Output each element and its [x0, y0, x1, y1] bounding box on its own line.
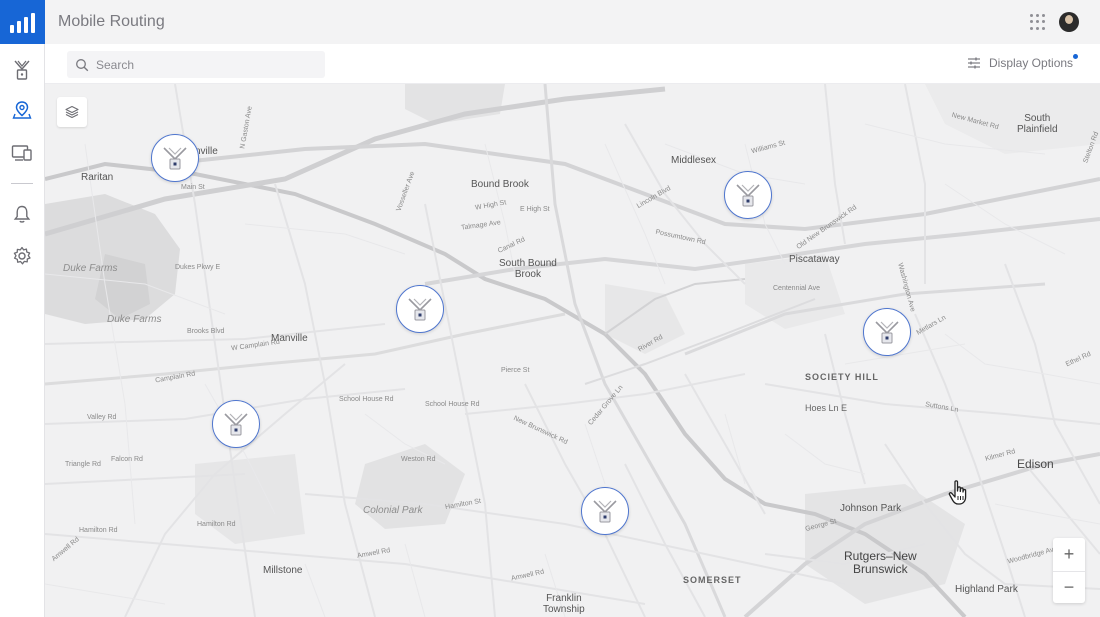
sidebar — [0, 0, 45, 617]
place-piscataway: Piscataway — [789, 254, 840, 265]
street-school-house-rd-2: School House Rd — [425, 401, 480, 408]
place-society-hill: SOCIETY HILL — [805, 372, 879, 382]
place-raritan: Raritan — [81, 172, 114, 183]
tower-marker[interactable] — [724, 171, 772, 219]
apps-grid-icon[interactable] — [1030, 14, 1046, 30]
street-triangle-rd: Triangle Rd — [65, 461, 101, 468]
place-johnson-park: Johnson Park — [840, 503, 902, 514]
street-weston-rd: Weston Rd — [401, 456, 436, 463]
place-edison: Edison — [1017, 457, 1054, 471]
map-pin-icon — [12, 101, 32, 119]
tower-marker[interactable] — [581, 487, 629, 535]
place-highland-park: Highland Park — [955, 584, 1018, 595]
street-hamilton-rd-2: Hamilton Rd — [197, 521, 236, 528]
cell-tower-icon — [224, 413, 248, 436]
cell-tower-icon — [593, 500, 617, 523]
street-hoes-ln: Hoes Ln E — [805, 403, 848, 413]
street-main-st: Main St — [181, 184, 205, 191]
sliders-icon — [968, 57, 980, 69]
street-pierce-st: Pierce St — [501, 367, 530, 374]
zoom-out-button[interactable]: − — [1053, 571, 1085, 603]
sidebar-item-map[interactable] — [8, 96, 36, 124]
cell-tower-icon — [408, 298, 432, 321]
place-middlesex: Middlesex — [671, 155, 717, 166]
street-hamilton-rd-1: Hamilton Rd — [79, 527, 118, 534]
street-dukes-pkwy: Dukes Pkwy E — [175, 264, 221, 271]
place-millstone: Millstone — [263, 565, 303, 576]
hand-cursor-icon — [948, 480, 967, 505]
tower-marker[interactable] — [212, 400, 260, 448]
search-input[interactable] — [96, 57, 306, 72]
place-south-bound-brook: South Bound Brook — [499, 258, 557, 280]
tower-marker[interactable] — [863, 308, 911, 356]
street-falcon-rd: Falcon Rd — [111, 456, 143, 463]
sidebar-divider — [11, 183, 33, 184]
layers-icon — [65, 105, 79, 119]
place-rutgers-new-brunswick: Rutgers–New Brunswick — [844, 549, 917, 576]
street-e-high: E High St — [520, 206, 550, 213]
avatar[interactable] — [1059, 12, 1079, 32]
page-title: Mobile Routing — [58, 13, 165, 30]
street-brooks-blvd: Brooks Blvd — [187, 328, 225, 335]
display-options-label: Display Options — [989, 56, 1074, 70]
zoom-in-button[interactable]: + — [1053, 538, 1085, 570]
sidebar-item-settings[interactable] — [8, 242, 36, 270]
street-valley-rd: Valley Rd — [87, 414, 117, 421]
place-bound-brook: Bound Brook — [471, 179, 529, 190]
sidebar-item-devices[interactable] — [8, 139, 36, 167]
place-franklin-township: Franklin Township — [543, 593, 585, 615]
sidebar-item-towers[interactable] — [8, 56, 36, 84]
tower-icon — [14, 60, 30, 80]
street-school-house-rd-1: School House Rd — [339, 396, 394, 403]
search-box[interactable] — [67, 51, 325, 78]
street-centennial: Centennial Ave — [773, 285, 820, 292]
app-header: Mobile Routing — [45, 0, 1100, 44]
place-somerset: SOMERSET — [683, 575, 742, 585]
bell-icon — [13, 205, 31, 223]
place-duke-farms-1: Duke Farms — [63, 263, 118, 274]
brand-logo[interactable] — [0, 0, 45, 44]
place-colonial-park: Colonial Park — [363, 505, 423, 516]
place-duke-farms-2: Duke Farms — [107, 314, 162, 325]
zoom-controls: + − — [1053, 538, 1085, 603]
layers-button[interactable] — [57, 97, 87, 127]
display-options-indicator — [1073, 54, 1078, 59]
devices-icon — [11, 145, 32, 161]
map-canvas[interactable]: Raritan nville Bound Brook Middlesex Sou… — [45, 84, 1100, 617]
map-base-layer — [45, 84, 1100, 617]
tower-marker[interactable] — [151, 134, 199, 182]
mobile-routing-app: Mobile Routing Display Options — [0, 0, 1100, 617]
map-toolbar: Display Options — [45, 44, 1100, 84]
gear-icon — [13, 246, 31, 265]
cell-tower-icon — [875, 321, 899, 344]
cell-tower-icon — [736, 184, 760, 207]
tower-marker[interactable] — [396, 285, 444, 333]
search-icon — [76, 58, 89, 71]
cell-tower-icon — [163, 147, 187, 170]
display-options-button[interactable]: Display Options — [967, 56, 1073, 70]
sidebar-item-alerts[interactable] — [8, 200, 36, 228]
place-south-plainfield: South Plainfield — [1017, 113, 1058, 135]
